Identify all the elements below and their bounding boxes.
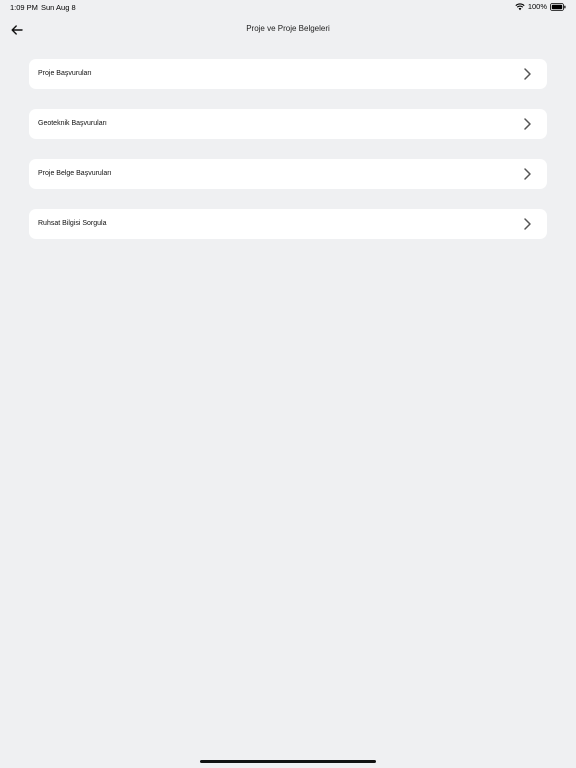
- page-title: Proje ve Proje Belgeleri: [246, 24, 330, 33]
- chevron-right-icon: [524, 218, 531, 230]
- chevron-right-icon: [524, 118, 531, 130]
- chevron-right-icon: [524, 168, 531, 180]
- menu-item-proje-belge-basvurulari[interactable]: Proje Belge Başvuruları: [29, 159, 547, 189]
- menu-item-label: Proje Belge Başvuruları: [38, 170, 112, 177]
- battery-percentage: 100%: [527, 2, 547, 11]
- menu-item-proje-basvurulari[interactable]: Proje Başvuruları: [29, 59, 547, 89]
- menu-item-geoteknik-basvurulari[interactable]: Geoteknik Başvuruları: [29, 109, 547, 139]
- status-time: 1:09 PM: [10, 3, 38, 12]
- chevron-right-icon: [524, 68, 531, 80]
- status-indicators: 100%: [515, 2, 566, 11]
- wifi-icon: [515, 3, 525, 11]
- menu-item-ruhsat-bilgisi-sorgula[interactable]: Ruhsat Bilgisi Sorgula: [29, 209, 547, 239]
- navigation-bar: Proje ve Proje Belgeleri: [0, 18, 576, 42]
- home-indicator[interactable]: [200, 760, 376, 763]
- status-bar: 1:09 PM Sun Aug 8 100%: [0, 0, 576, 14]
- menu-item-label: Ruhsat Bilgisi Sorgula: [38, 220, 107, 227]
- battery-icon: [550, 2, 566, 11]
- menu-item-label: Geoteknik Başvuruları: [38, 120, 107, 127]
- menu-item-label: Proje Başvuruları: [38, 70, 92, 77]
- menu-list: Proje Başvuruları Geoteknik Başvuruları …: [29, 59, 547, 259]
- status-date: Sun Aug 8: [41, 3, 76, 12]
